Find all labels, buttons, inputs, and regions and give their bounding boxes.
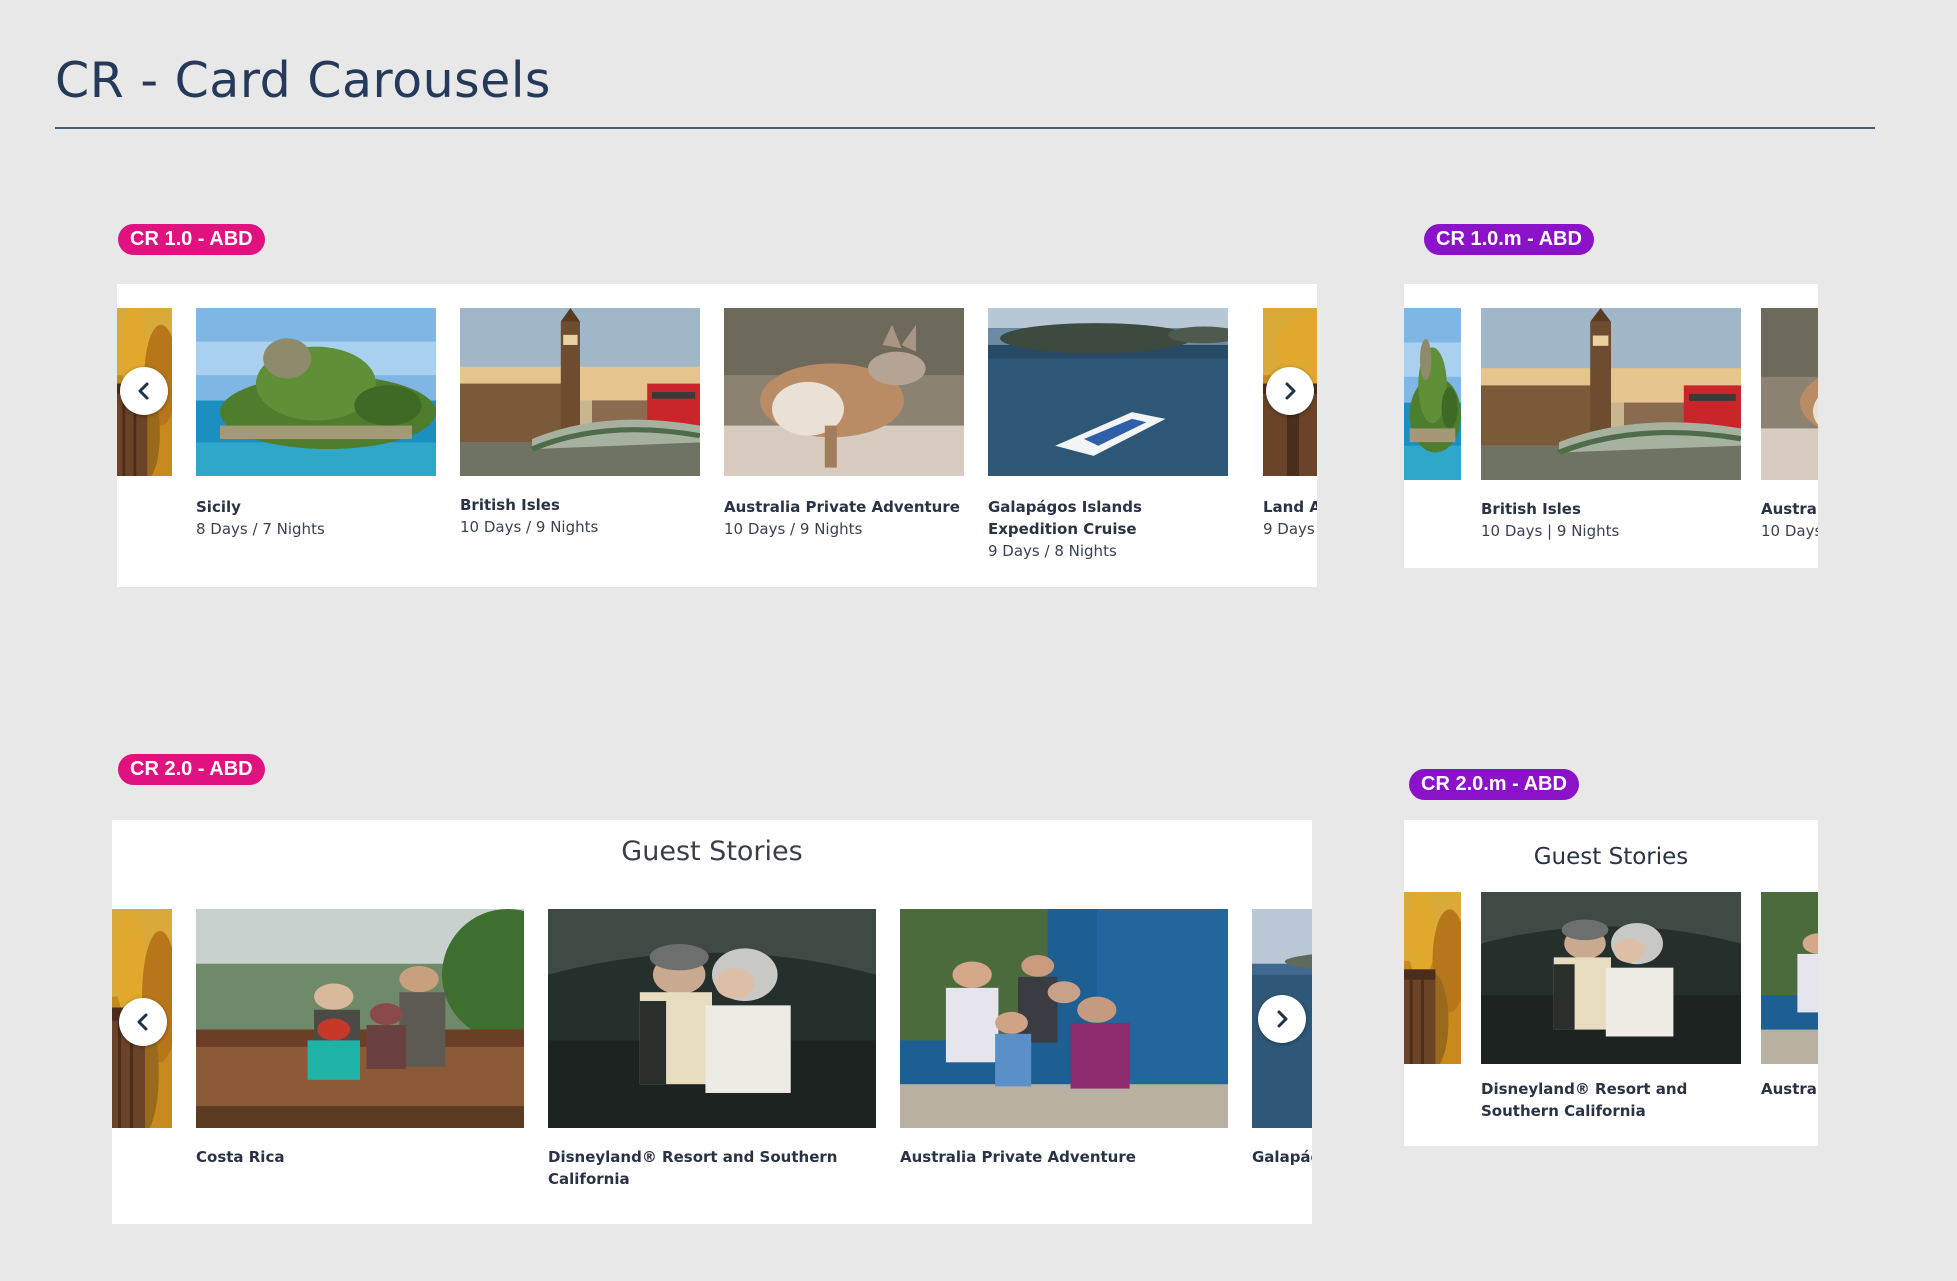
carousel-next-button[interactable]	[1266, 367, 1314, 415]
card-subtitle: 8 Days / 7 Nights	[196, 520, 325, 538]
card-title: Australi	[1761, 500, 1818, 518]
card-title: Land A	[1263, 498, 1317, 516]
carousel-card[interactable]: Australia Private Adventure 10 Days / 9 …	[724, 308, 964, 568]
australia-family-image	[1761, 892, 1818, 1064]
cr2-carousel: Guest Stories Costa Rica Disneyland® Res…	[112, 820, 1312, 1224]
chevron-right-icon	[1277, 1010, 1288, 1028]
carousel-card[interactable]: British Isles 10 Days / 9 Nights	[460, 308, 700, 568]
cr1m-badge: CR 1.0.m - ABD	[1424, 224, 1594, 255]
card-subtitle: 10 Days / 9 Nights	[724, 520, 863, 538]
british-isles-image	[1481, 308, 1741, 480]
australia-family-image	[900, 909, 1228, 1128]
carousel-card-partial[interactable]	[1404, 892, 1461, 1064]
section-heading: Guest Stories	[621, 836, 803, 867]
card-title: Disneyland® Resort and Southern Californ…	[1481, 1080, 1688, 1120]
card-image	[1404, 308, 1461, 480]
sicily-image	[196, 308, 436, 476]
carousel-card[interactable]: Disneyland® Resort and Southern Californ…	[1481, 892, 1741, 1137]
card-subtitle: 9 Days / 8 Nights	[988, 542, 1117, 560]
carousel-card-partial[interactable]: Galapág	[1252, 909, 1312, 1199]
card-title: Sicily	[196, 498, 241, 516]
card-subtitle: 10 Days | 9 Nights	[1481, 522, 1620, 540]
card-image	[1404, 892, 1461, 1064]
cr1-carousel: Sicily 8 Days / 7 Nights British Isles 1…	[117, 284, 1317, 587]
card-title: Australi	[1761, 1080, 1818, 1098]
disneyland-image	[548, 909, 876, 1128]
card-title: Costa Rica	[196, 1148, 285, 1166]
carousel-prev-button[interactable]	[119, 998, 167, 1046]
carousel-card[interactable]: British Isles 10 Days | 9 Nights	[1481, 308, 1741, 558]
carousel-card[interactable]: Australia Private Adventure	[900, 909, 1228, 1199]
card-title: British Isles	[1481, 500, 1581, 518]
card-subtitle: 9 Days .	[1263, 520, 1317, 538]
carousel-card-partial[interactable]: Land A 9 Days .	[1263, 308, 1317, 568]
chevron-right-icon	[1285, 382, 1296, 400]
galapagos-image	[988, 308, 1228, 476]
carousel-card-partial[interactable]: Australi 10 Days	[1761, 308, 1818, 558]
carousel-next-button[interactable]	[1258, 995, 1306, 1043]
costa-rica-image	[196, 909, 524, 1128]
cr2m-badge: CR 2.0.m - ABD	[1409, 769, 1579, 800]
australia-image	[1761, 308, 1818, 480]
card-title: Galapág	[1252, 1148, 1312, 1166]
card-title: Disneyland® Resort and Southern Californ…	[548, 1148, 838, 1188]
card-subtitle: 10 Days	[1761, 522, 1818, 540]
cr1-badge: CR 1.0 - ABD	[118, 224, 265, 255]
card-title: Australia Private Adventure	[900, 1148, 1136, 1166]
carousel-card-partial[interactable]: Australi	[1761, 892, 1818, 1137]
cr2m-carousel: Guest Stories Disneyland® Resort and Sou…	[1404, 820, 1818, 1146]
card-title: Australia Private Adventure	[724, 498, 960, 516]
chevron-left-icon	[137, 1013, 148, 1031]
carousel-card[interactable]: Galapágos Islands Expedition Cruise 9 Da…	[988, 308, 1228, 578]
title-divider	[55, 127, 1875, 129]
cr1m-carousel: British Isles 10 Days | 9 Nights Austral…	[1404, 284, 1818, 568]
carousel-card-partial[interactable]	[1404, 308, 1461, 480]
section-heading: Guest Stories	[1533, 844, 1689, 870]
carousel-card[interactable]: Sicily 8 Days / 7 Nights	[196, 308, 436, 568]
chevron-left-icon	[138, 382, 149, 400]
australia-image	[724, 308, 964, 476]
carousel-card[interactable]: Disneyland® Resort and Southern Californ…	[548, 909, 876, 1199]
card-subtitle: 10 Days / 9 Nights	[460, 518, 599, 536]
card-title: British Isles	[460, 496, 560, 514]
page-title: CR - Card Carousels	[55, 52, 551, 109]
disneyland-image	[1481, 892, 1741, 1064]
british-isles-image	[460, 308, 700, 476]
carousel-prev-button[interactable]	[120, 367, 168, 415]
card-title: Galapágos Islands Expedition Cruise	[988, 498, 1142, 538]
cr2-badge: CR 2.0 - ABD	[118, 754, 265, 785]
carousel-card[interactable]: Costa Rica	[196, 909, 524, 1199]
